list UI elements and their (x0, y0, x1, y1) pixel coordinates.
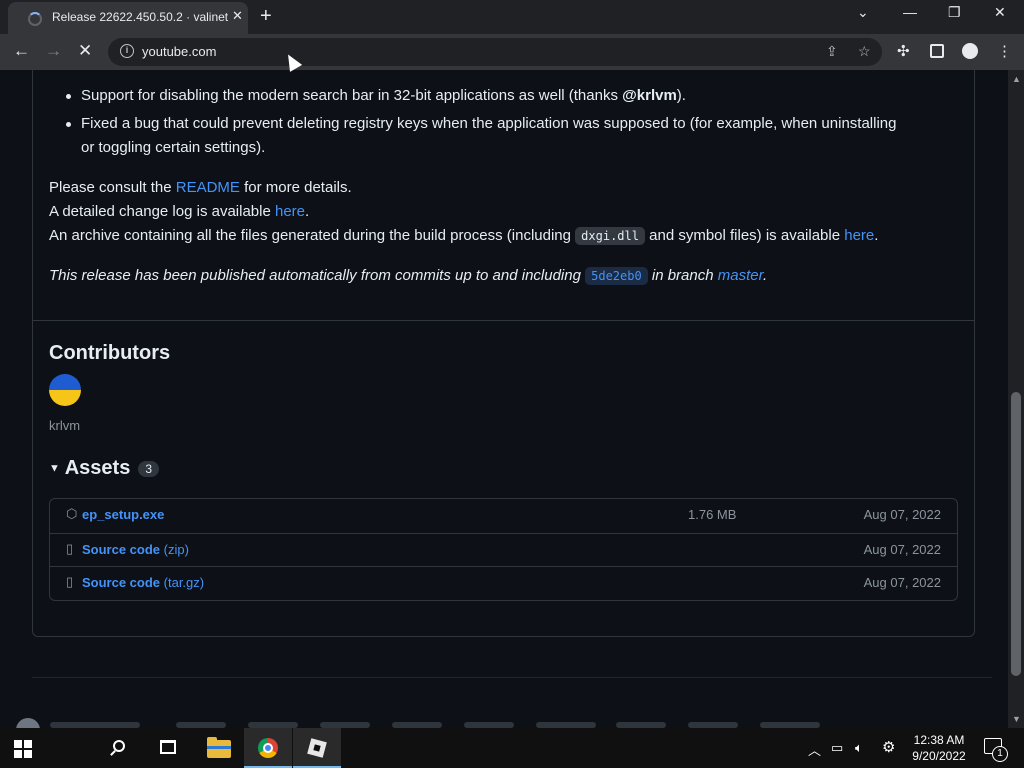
asset-date: Aug 07, 2022 (863, 507, 941, 522)
bullet-marker (66, 122, 71, 127)
browser-tab-strip: Release 22622.450.50.2 · valinet/Explore… (0, 0, 1024, 34)
back-button[interactable]: ← (13, 41, 30, 61)
tab-close-button[interactable]: ✕ (232, 8, 243, 24)
address-bar[interactable]: i youtube.com ⇪ ☆ (108, 38, 882, 66)
tab-title: Release 22622.450.50.2 · valinet/Explore… (52, 10, 228, 24)
clock-date: 9/20/2022 (912, 749, 966, 763)
release-note-item: Support for disabling the modern search … (81, 87, 686, 104)
start-button[interactable] (0, 728, 48, 768)
notification-count-badge: 1 (992, 746, 1008, 762)
clock-time: 12:38 AM (913, 733, 965, 747)
branch-link[interactable]: master (718, 267, 763, 284)
contributors-heading: Contributors (49, 342, 171, 364)
volume-icon[interactable]: 🔈︎ (855, 740, 863, 756)
browser-tab[interactable]: Release 22622.450.50.2 · valinet/Explore… (8, 2, 248, 34)
page-footer (16, 718, 836, 728)
assets-count-badge: 3 (138, 460, 160, 477)
forward-button[interactable]: → (45, 41, 62, 61)
loading-spinner-icon (28, 12, 42, 26)
auto-publish-note: This release has been published automati… (49, 267, 768, 285)
asset-size: 1.76 MB (688, 507, 737, 522)
asset-date: Aug 07, 2022 (863, 541, 941, 557)
readme-sentence: Please consult the README for more detai… (49, 179, 352, 196)
network-icon[interactable]: ▭ (831, 740, 843, 756)
profile-avatar-icon[interactable] (962, 43, 978, 59)
asset-date: Aug 07, 2022 (863, 575, 941, 590)
roblox-taskbar-button[interactable] (293, 728, 341, 768)
contributor-avatar[interactable] (49, 374, 81, 406)
asset-row[interactable]: ▯ Source code (zip) Aug 07, 2022 (50, 532, 957, 567)
settings-gear-icon[interactable]: ⚙ (882, 738, 895, 756)
bookmark-star-icon[interactable]: ☆ (858, 43, 871, 60)
asset-link[interactable]: Source code (tar.gz) (82, 575, 204, 590)
address-bar-url[interactable]: youtube.com (142, 44, 216, 59)
share-icon[interactable]: ⇪ (826, 43, 838, 60)
footer-divider (32, 677, 992, 678)
windows-taskbar: ︿ ▭ 🔈︎ ⚙ 12:38 AM 9/20/2022 1 (0, 728, 1024, 768)
side-panel-icon[interactable] (930, 44, 944, 58)
minimize-button[interactable]: ― (903, 4, 917, 20)
contributor-name[interactable]: krlvm (49, 414, 80, 438)
close-window-button[interactable]: ✕ (994, 4, 1006, 21)
scroll-up-arrow-icon[interactable]: ▲ (1012, 74, 1021, 84)
assets-heading[interactable]: ▼ Assets 3 (49, 457, 160, 480)
restore-button[interactable]: ❐ (948, 4, 961, 21)
bullet-marker (66, 94, 71, 99)
folder-icon (207, 737, 231, 758)
chrome-icon (258, 738, 278, 758)
github-logo-icon[interactable] (16, 718, 40, 728)
file-zip-icon: ▯ (66, 540, 74, 556)
section-divider (33, 320, 974, 321)
browser-menu-icon[interactable]: ⋮ (997, 42, 1012, 60)
scroll-down-arrow-icon[interactable]: ▼ (1012, 714, 1021, 724)
page-content: Support for disabling the modern search … (0, 70, 1008, 728)
release-note-item: Fixed a bug that could prevent deleting … (81, 115, 897, 132)
tab-search-chevron-icon[interactable]: ⌄ (857, 4, 869, 21)
extensions-puzzle-icon[interactable]: ✣ (897, 42, 910, 60)
new-tab-button[interactable]: + (260, 5, 272, 28)
chrome-taskbar-button[interactable] (244, 728, 292, 768)
inline-code: dxgi.dll (575, 227, 645, 245)
asset-link[interactable]: Source code (zip) (82, 542, 189, 557)
show-hidden-icons-chevron[interactable]: ︿ (808, 740, 821, 759)
browser-toolbar: ← → ✕ i youtube.com ⇪ ☆ ✣ ⋮ (0, 34, 1024, 70)
release-note-item-continued: or toggling certain settings). (81, 139, 266, 156)
archive-link[interactable]: here (844, 227, 874, 244)
package-icon: ⬡ (66, 506, 78, 521)
taskbar-clock[interactable]: 12:38 AM 9/20/2022 (906, 732, 972, 764)
changelog-link[interactable]: here (275, 203, 305, 220)
assets-list: ⬡ ep_setup.exe 1.76 MB Aug 07, 2022 ▯ So… (49, 498, 958, 601)
cortana-button[interactable] (96, 728, 223, 768)
roblox-icon (307, 738, 327, 758)
changelog-sentence: A detailed change log is available here. (49, 203, 310, 220)
file-zip-icon: ▯ (66, 574, 74, 589)
task-view-icon (160, 740, 176, 754)
readme-link[interactable]: README (176, 179, 240, 196)
file-explorer-button[interactable] (195, 728, 243, 768)
asset-row[interactable]: ▯ Source code (tar.gz) Aug 07, 2022 (50, 566, 957, 600)
windows-logo-icon (14, 740, 32, 758)
asset-link[interactable]: ep_setup.exe (82, 507, 164, 522)
commit-link[interactable]: 5de2eb0 (585, 267, 648, 285)
taskbar-search-button[interactable] (48, 728, 125, 768)
stop-loading-button[interactable]: ✕ (78, 41, 92, 61)
asset-row[interactable]: ⬡ ep_setup.exe 1.76 MB Aug 07, 2022 (50, 499, 957, 533)
site-info-icon[interactable]: i (120, 44, 134, 58)
task-view-button[interactable] (144, 728, 192, 768)
scrollbar-thumb[interactable] (1011, 392, 1021, 676)
disclosure-triangle-icon: ▼ (49, 462, 60, 475)
archive-sentence: An archive containing all the files gene… (49, 227, 879, 245)
page-scrollbar[interactable]: ▲ ▼ (1008, 70, 1024, 728)
